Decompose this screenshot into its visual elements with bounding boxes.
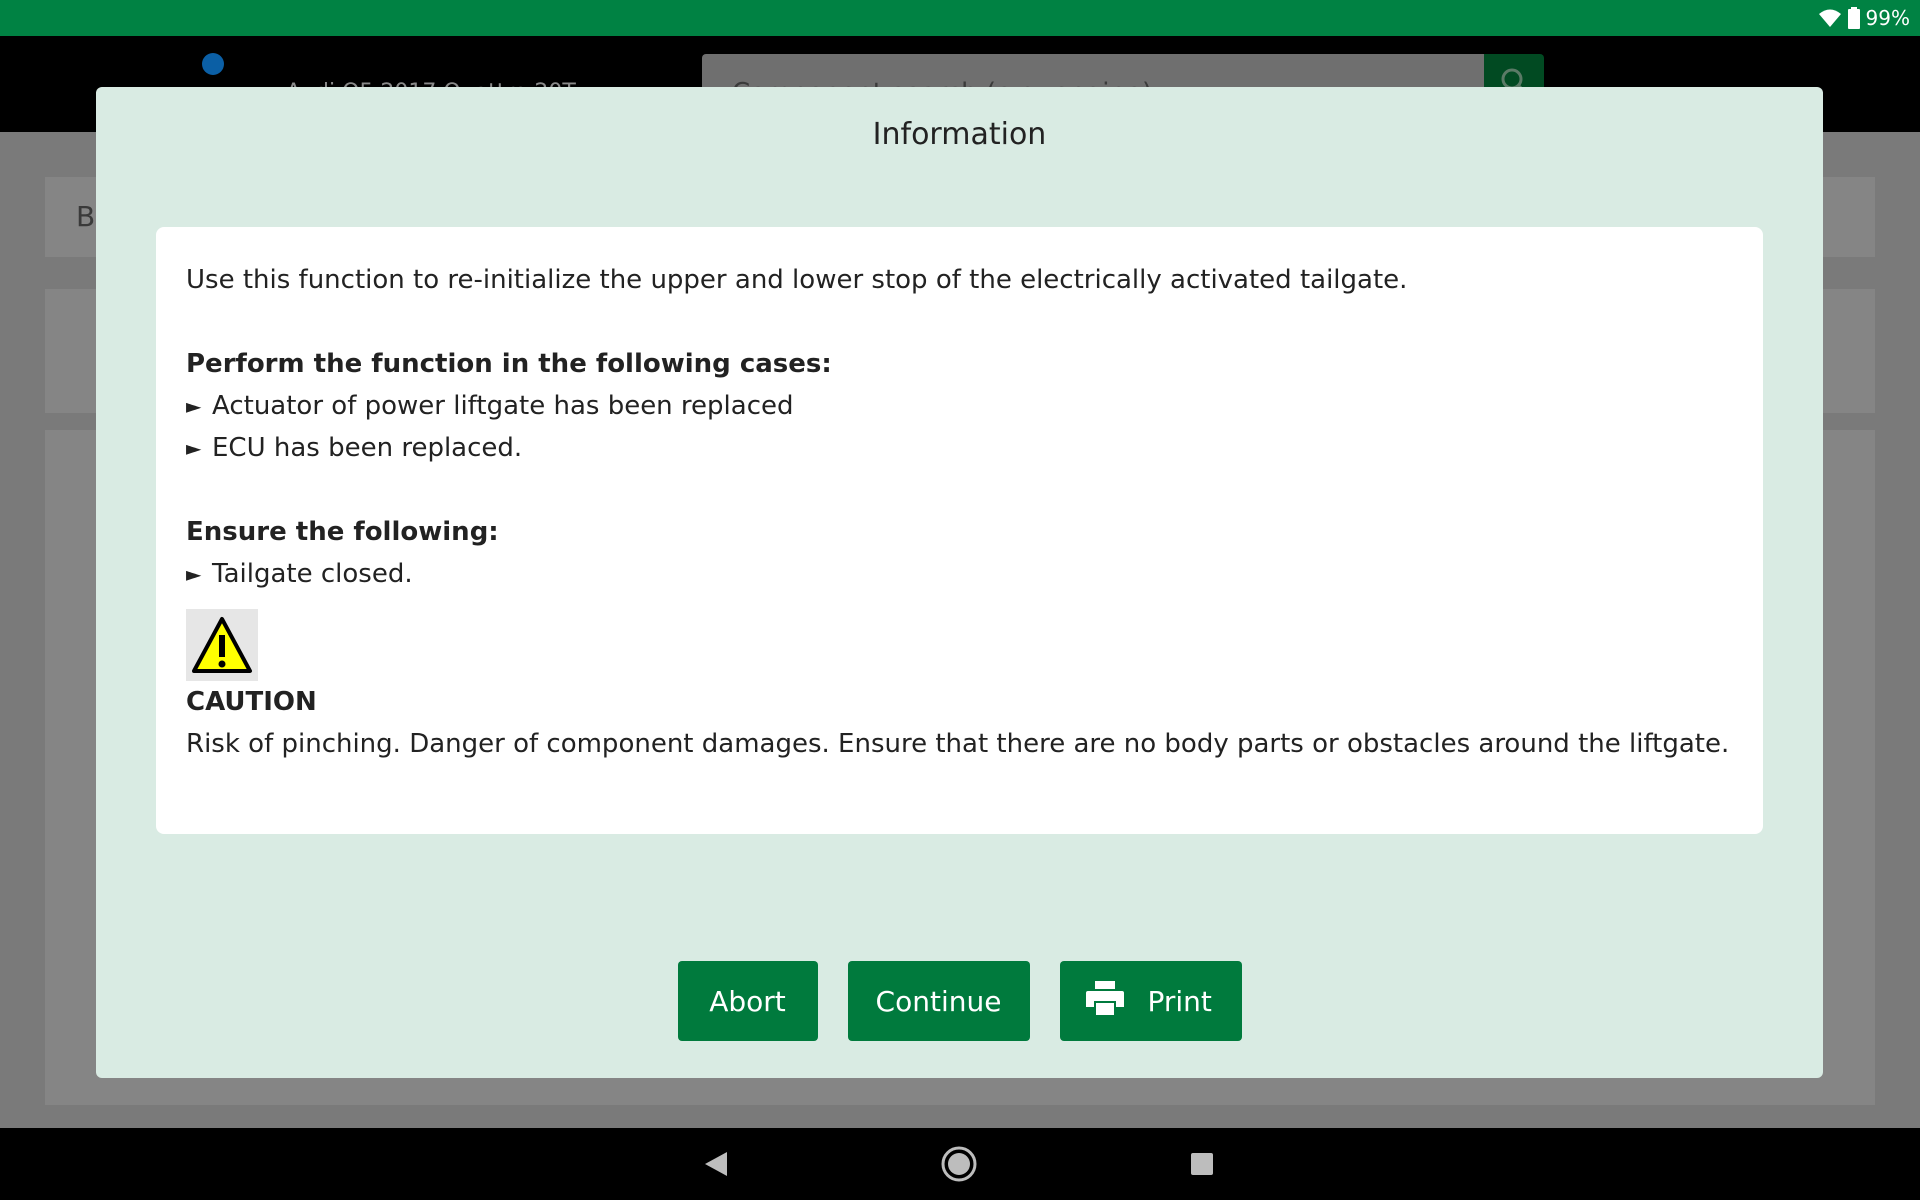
continue-button[interactable]: Continue xyxy=(847,961,1030,1041)
back-icon[interactable] xyxy=(676,1128,756,1200)
print-label: Print xyxy=(1147,984,1212,1018)
bullet-arrow: ► xyxy=(186,436,202,460)
battery-icon xyxy=(1847,7,1860,29)
list-item: ► Actuator of power liftgate has been re… xyxy=(186,385,1733,427)
bullet-arrow: ► xyxy=(186,394,202,418)
cart-notification-dot xyxy=(202,53,224,75)
list-item: ► ECU has been replaced. xyxy=(186,427,1733,469)
caution-title: CAUTION xyxy=(186,687,317,717)
battery-percentage: 99% xyxy=(1865,6,1910,30)
cases-heading: Perform the function in the following ca… xyxy=(186,349,832,379)
list-item: ► Tailgate closed. xyxy=(186,553,1733,595)
abort-button[interactable]: Abort xyxy=(677,961,818,1041)
case-item-text: Actuator of power liftgate has been repl… xyxy=(212,391,794,421)
dialog-title: Information xyxy=(872,117,1047,152)
home-icon[interactable] xyxy=(919,1128,999,1200)
recents-icon[interactable] xyxy=(1162,1128,1242,1200)
wifi-icon xyxy=(1818,8,1842,28)
dialog-actions: Abort Continue Print xyxy=(96,961,1823,1041)
printer-icon xyxy=(1085,980,1124,1022)
system-status-bar: 99% xyxy=(0,0,1920,36)
bullet-arrow: ► xyxy=(186,562,202,586)
system-navigation-bar xyxy=(0,1128,1920,1200)
ensure-item-text: Tailgate closed. xyxy=(212,559,413,589)
caution-text: Risk of pinching. Danger of component da… xyxy=(186,729,1730,759)
ensure-heading: Ensure the following: xyxy=(186,517,499,547)
print-button[interactable]: Print xyxy=(1059,961,1242,1041)
intro-text: Use this function to re-initialize the u… xyxy=(186,265,1408,295)
warning-icon xyxy=(186,609,258,681)
information-dialog: Information Use this function to re-init… xyxy=(96,87,1823,1078)
dialog-content: Use this function to re-initialize the u… xyxy=(156,227,1763,834)
background-card-label: B xyxy=(76,200,96,233)
case-item-text: ECU has been replaced. xyxy=(212,433,523,463)
